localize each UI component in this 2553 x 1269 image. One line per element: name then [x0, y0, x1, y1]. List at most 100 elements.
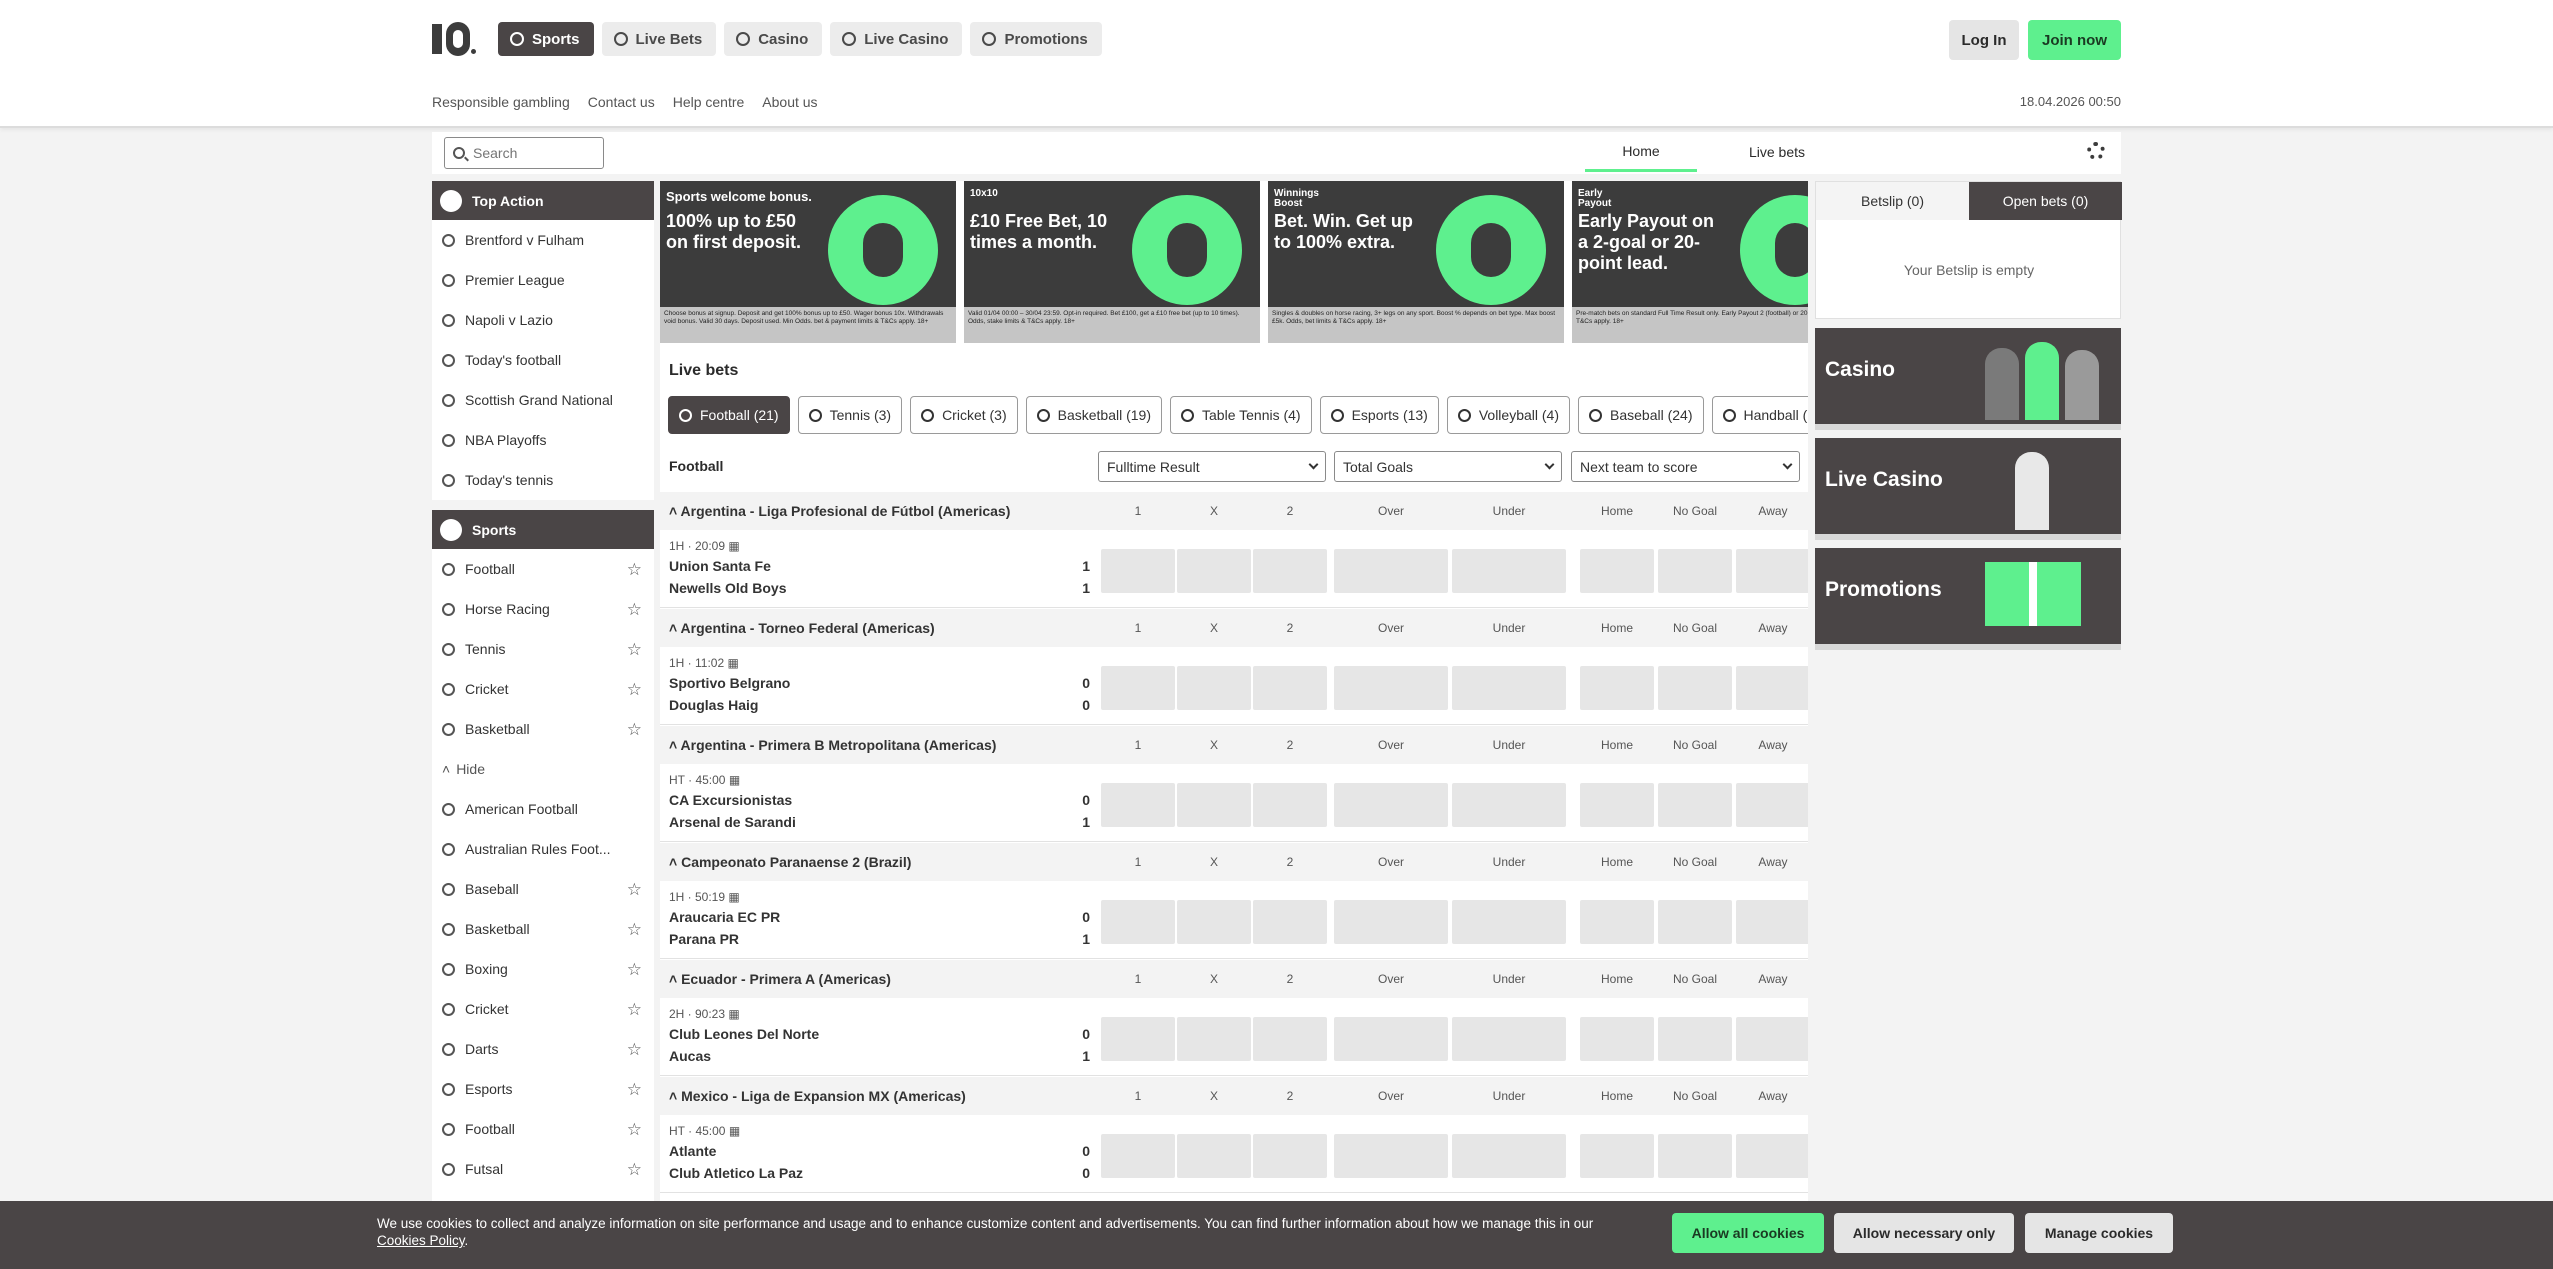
sidebar-sport-item[interactable]: Horse Racing ☆ [432, 589, 654, 629]
star-icon[interactable]: ☆ [627, 1160, 642, 1180]
odds-button[interactable] [1658, 900, 1732, 944]
away-team[interactable]: Douglas Haig [669, 697, 758, 713]
manage-cookies-button[interactable]: Manage cookies [2025, 1213, 2173, 1253]
odds-button[interactable] [1452, 1134, 1566, 1178]
nav-tab-live-casino[interactable]: Live Casino [830, 22, 963, 56]
star-icon[interactable]: ☆ [627, 920, 642, 940]
odds-button[interactable] [1452, 900, 1566, 944]
chip-baseball[interactable]: Baseball (24) [1578, 396, 1704, 434]
odds-button[interactable] [1177, 549, 1251, 593]
odds-button[interactable] [1334, 1017, 1448, 1061]
odds-button[interactable] [1452, 666, 1566, 710]
star-icon[interactable]: ☆ [627, 1000, 642, 1020]
sidebar-sport-item[interactable]: American Football [432, 789, 654, 829]
star-icon[interactable]: ☆ [627, 680, 642, 700]
top-action-item[interactable]: NBA Playoffs [432, 420, 654, 460]
odds-button[interactable] [1736, 900, 1808, 944]
nav-tab-casino[interactable]: Casino [724, 22, 823, 56]
market-select-next-team[interactable]: Next team to score [1571, 451, 1800, 482]
away-team[interactable]: Parana PR [669, 931, 739, 947]
odds-button[interactable] [1452, 549, 1566, 593]
star-icon[interactable]: ☆ [627, 720, 642, 740]
odds-button[interactable] [1334, 900, 1448, 944]
odds-button[interactable] [1580, 549, 1654, 593]
odds-button[interactable] [1580, 783, 1654, 827]
odds-button[interactable] [1334, 549, 1448, 593]
stats-icon[interactable]: ▦ [728, 890, 739, 904]
odds-button[interactable] [1177, 1134, 1251, 1178]
search-input[interactable] [473, 145, 583, 161]
sidebar-sport-item[interactable]: Cricket ☆ [432, 669, 654, 709]
chip-handball[interactable]: Handball (1) [1711, 396, 1808, 434]
odds-button[interactable] [1101, 1017, 1175, 1061]
odds-button[interactable] [1253, 1017, 1327, 1061]
sidebar-sport-item[interactable]: Darts ☆ [432, 1029, 654, 1069]
home-team[interactable]: CA Excursionistas [669, 792, 792, 808]
odds-button[interactable] [1452, 1017, 1566, 1061]
away-team[interactable]: Club Atletico La Paz [669, 1165, 803, 1181]
home-team[interactable]: Atlante [669, 1143, 716, 1159]
nav-tab-promotions[interactable]: Promotions [970, 22, 1102, 56]
odds-button[interactable] [1253, 783, 1327, 827]
odds-button[interactable] [1658, 1017, 1732, 1061]
odds-button[interactable] [1736, 549, 1808, 593]
odds-button[interactable] [1736, 666, 1808, 710]
nav-tab-sports[interactable]: Sports [498, 22, 594, 56]
sidebar-sport-item[interactable]: Australian Rules Foot... [432, 829, 654, 869]
sidebar-sport-item[interactable]: Tennis ☆ [432, 629, 654, 669]
odds-button[interactable] [1658, 783, 1732, 827]
odds-button[interactable] [1334, 783, 1448, 827]
home-team[interactable]: Araucaria EC PR [669, 909, 780, 925]
tab-live-bets[interactable]: Live bets [1722, 132, 1832, 172]
star-icon[interactable]: ☆ [627, 960, 642, 980]
star-icon[interactable]: ☆ [627, 1120, 642, 1140]
sidebar-sport-item[interactable]: Football ☆ [432, 1109, 654, 1149]
market-select-fulltime[interactable]: Fulltime Result [1098, 451, 1326, 482]
promo-live-casino[interactable]: Live Casino [1815, 438, 2121, 540]
chip-volleyball[interactable]: Volleyball (4) [1446, 396, 1570, 434]
home-team[interactable]: Club Leones Del Norte [669, 1026, 819, 1042]
sidebar-sport-item[interactable]: Cricket ☆ [432, 989, 654, 1029]
home-team[interactable]: Union Santa Fe [669, 558, 771, 574]
login-button[interactable]: Log In [1949, 20, 2019, 60]
allow-necessary-button[interactable]: Allow necessary only [1834, 1213, 2014, 1253]
stats-icon[interactable]: ▦ [728, 539, 739, 553]
odds-button[interactable] [1658, 549, 1732, 593]
odds-button[interactable] [1177, 1017, 1251, 1061]
banner-early-payout[interactable]: Early Payout Early Payout on a 2-goal or… [1572, 181, 1808, 343]
star-icon[interactable]: ☆ [627, 560, 642, 580]
stats-icon[interactable]: ▦ [729, 773, 740, 787]
link-help-centre[interactable]: Help centre [673, 94, 745, 110]
odds-button[interactable] [1101, 900, 1175, 944]
tab-betslip[interactable]: Betslip (0) [1816, 182, 1969, 220]
link-contact-us[interactable]: Contact us [588, 94, 655, 110]
odds-button[interactable] [1658, 1134, 1732, 1178]
star-icon[interactable]: ☆ [627, 880, 642, 900]
odds-button[interactable] [1101, 666, 1175, 710]
odds-button[interactable] [1452, 783, 1566, 827]
join-button[interactable]: Join now [2028, 20, 2121, 60]
stats-icon[interactable]: ▦ [728, 656, 739, 670]
odds-button[interactable] [1580, 900, 1654, 944]
odds-button[interactable] [1253, 666, 1327, 710]
odds-button[interactable] [1253, 549, 1327, 593]
sidebar-sport-item[interactable]: Esports ☆ [432, 1069, 654, 1109]
odds-button[interactable] [1658, 666, 1732, 710]
odds-button[interactable] [1253, 1134, 1327, 1178]
chip-cricket[interactable]: Cricket (3) [910, 396, 1018, 434]
odds-button[interactable] [1101, 1134, 1175, 1178]
odds-button[interactable] [1736, 783, 1808, 827]
tab-open-bets[interactable]: Open bets (0) [1969, 182, 2122, 220]
market-select-total-goals[interactable]: Total Goals [1334, 451, 1562, 482]
home-team[interactable]: Sportivo Belgrano [669, 675, 790, 691]
top-action-item[interactable]: Scottish Grand National [432, 380, 654, 420]
star-icon[interactable]: ☆ [627, 1040, 642, 1060]
sidebar-sport-item[interactable]: Basketball ☆ [432, 909, 654, 949]
odds-button[interactable] [1580, 666, 1654, 710]
link-about-us[interactable]: About us [762, 94, 817, 110]
odds-button[interactable] [1101, 783, 1175, 827]
stats-icon[interactable]: ▦ [729, 1124, 740, 1138]
top-action-item[interactable]: Napoli v Lazio [432, 300, 654, 340]
top-action-item[interactable]: Today's football [432, 340, 654, 380]
top-action-item[interactable]: Premier League [432, 260, 654, 300]
